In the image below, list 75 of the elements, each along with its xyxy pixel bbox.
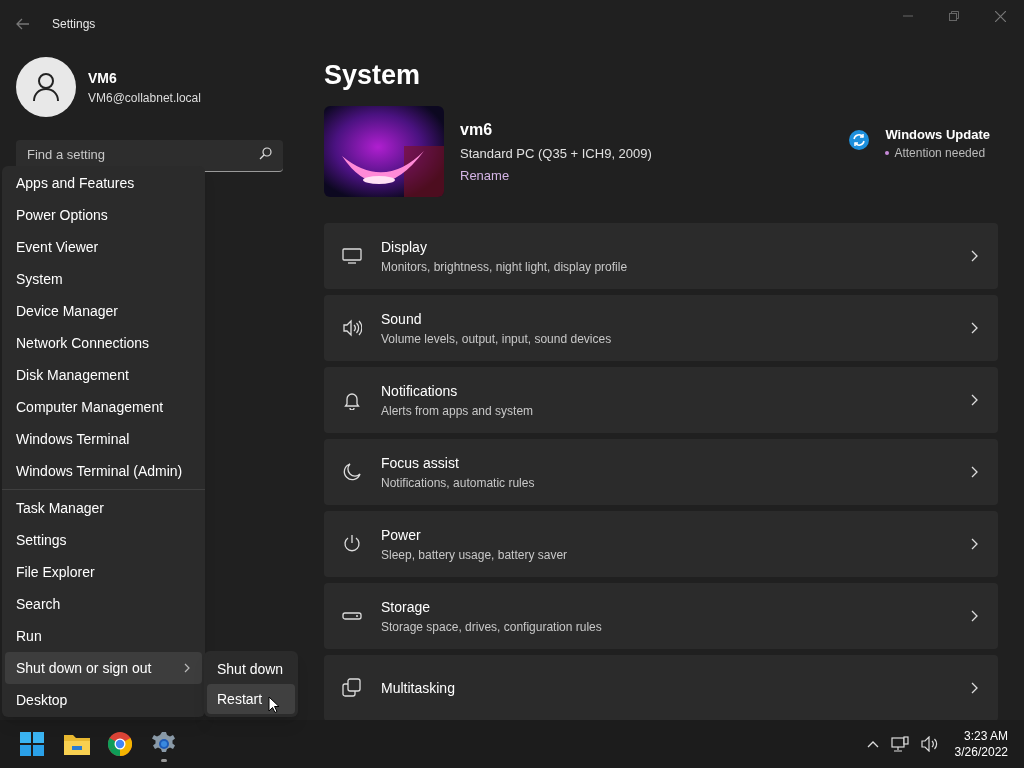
- close-icon[interactable]: [995, 10, 1006, 22]
- card-subtitle: Alerts from apps and system: [381, 402, 534, 420]
- chevron-right-icon: [971, 250, 978, 262]
- settings-card[interactable]: Multitasking: [324, 655, 998, 720]
- card-subtitle: Monitors, brightness, night light, display profile: [381, 258, 628, 276]
- mouse-cursor-icon: [268, 696, 280, 714]
- menu-item[interactable]: Search: [5, 588, 202, 620]
- volume-icon[interactable]: [920, 736, 939, 752]
- settings-card[interactable]: Sound Volume levels, output, input, sound devices: [324, 295, 998, 361]
- settings-card[interactable]: Storage Storage space, drives, configuration rules: [324, 583, 998, 649]
- card-title: Storage: [381, 597, 432, 617]
- menu-item[interactable]: Run: [5, 620, 202, 652]
- restore-icon[interactable]: [949, 11, 959, 21]
- settings-card[interactable]: Power Sleep, battery usage, battery saver: [324, 511, 998, 577]
- card-title: Display: [381, 237, 428, 257]
- chevron-right-icon: [971, 322, 978, 334]
- bell-icon: [342, 390, 362, 410]
- menu-item[interactable]: Network Connections: [5, 327, 202, 359]
- person-icon: [32, 72, 60, 102]
- menu-item[interactable]: File Explorer: [5, 556, 202, 588]
- device-model: Standard PC (Q35 + ICH9, 2009): [460, 145, 652, 163]
- menu-item[interactable]: Windows Terminal (Admin): [5, 455, 202, 487]
- clock[interactable]: 3:23 AM 3/26/2022: [954, 728, 1008, 760]
- card-title: Focus assist: [381, 453, 460, 473]
- chevron-up-icon[interactable]: [866, 740, 879, 748]
- menu-item[interactable]: Task Manager: [5, 492, 202, 524]
- card-subtitle: Storage space, drives, configuration rules: [381, 618, 602, 636]
- menu-item[interactable]: Computer Management: [5, 391, 202, 423]
- card-title: Multitasking: [381, 678, 455, 698]
- menu-item[interactable]: System: [5, 263, 202, 295]
- sync-icon: [849, 129, 870, 150]
- card-subtitle: Sleep, battery usage, battery saver: [381, 546, 568, 564]
- account-email: VM6@collabnet.local: [88, 89, 201, 107]
- menu-item[interactable]: Shut down or sign out: [5, 652, 202, 684]
- card-title: Power: [381, 525, 422, 545]
- chevron-right-icon: [971, 682, 978, 694]
- update-status: Attention needed: [894, 145, 986, 163]
- settings-card[interactable]: Display Monitors, brightness, night light, display profile: [324, 223, 998, 289]
- network-icon[interactable]: [890, 736, 909, 752]
- menu-item[interactable]: Disk Management: [5, 359, 202, 391]
- card-title: Sound: [381, 309, 423, 329]
- card-subtitle: Notifications, automatic rules: [381, 474, 535, 492]
- monitor-icon: [342, 246, 362, 266]
- window-title: Settings: [52, 16, 96, 33]
- menu-item[interactable]: Desktop: [5, 684, 202, 716]
- speaker-icon: [342, 318, 362, 338]
- page-title: System: [324, 59, 422, 92]
- card-title: Notifications: [381, 381, 459, 401]
- menu-item[interactable]: Device Manager: [5, 295, 202, 327]
- chevron-right-icon: [971, 610, 978, 622]
- chevron-right-icon: [971, 394, 978, 406]
- start-icon[interactable]: [20, 732, 44, 756]
- search-icon: [259, 147, 272, 160]
- card-subtitle: Volume levels, output, input, sound devices: [381, 330, 612, 348]
- running-indicator: [161, 758, 167, 762]
- settings-card[interactable]: Notifications Alerts from apps and system: [324, 367, 998, 433]
- browser-icon[interactable]: [108, 732, 132, 756]
- menu-item[interactable]: Windows Terminal: [5, 423, 202, 455]
- windows-stack-icon: [342, 678, 362, 698]
- chevron-right-icon: [971, 466, 978, 478]
- account-name: VM6: [88, 68, 118, 88]
- update-title[interactable]: Windows Update: [885, 124, 990, 145]
- chevron-right-icon: [971, 538, 978, 550]
- menu-item[interactable]: Event Viewer: [5, 231, 202, 263]
- power-icon: [342, 534, 362, 554]
- rename-link[interactable]: Rename: [460, 165, 652, 185]
- settings-card[interactable]: Focus assist Notifications, automatic rules: [324, 439, 998, 505]
- device-name: vm6: [460, 120, 494, 140]
- moon-icon: [342, 462, 362, 482]
- menu-item[interactable]: Restart: [207, 684, 295, 714]
- chevron-right-icon: [184, 663, 190, 673]
- menu-item[interactable]: Power Options: [5, 199, 202, 231]
- menu-item[interactable]: Settings: [5, 524, 202, 556]
- back-arrow-icon[interactable]: [16, 18, 30, 30]
- folder-icon[interactable]: [64, 733, 90, 755]
